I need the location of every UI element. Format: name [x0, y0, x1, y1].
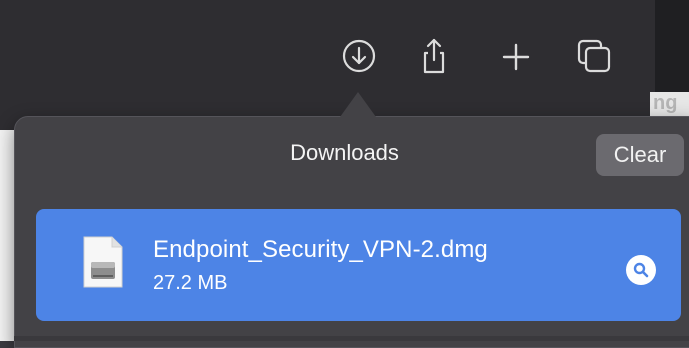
- download-filename: Endpoint_Security_VPN-2.dmg: [153, 236, 488, 263]
- download-icon[interactable]: [339, 36, 379, 76]
- disk-image-icon: [82, 235, 124, 289]
- download-size: 27.2 MB: [153, 272, 228, 294]
- magnifier-icon[interactable]: [626, 255, 656, 285]
- popover-arrow: [340, 92, 376, 117]
- download-item[interactable]: [36, 209, 681, 321]
- plus-icon[interactable]: [496, 36, 536, 76]
- popover-bottom-edge: [14, 336, 689, 341]
- popover-title: Downloads: [290, 140, 399, 165]
- clear-button[interactable]: Clear: [596, 134, 684, 176]
- share-icon[interactable]: [414, 36, 454, 76]
- tabs-icon[interactable]: [576, 36, 616, 76]
- browser-toolbar: [0, 0, 655, 130]
- background-partial-text: ng: [653, 92, 678, 114]
